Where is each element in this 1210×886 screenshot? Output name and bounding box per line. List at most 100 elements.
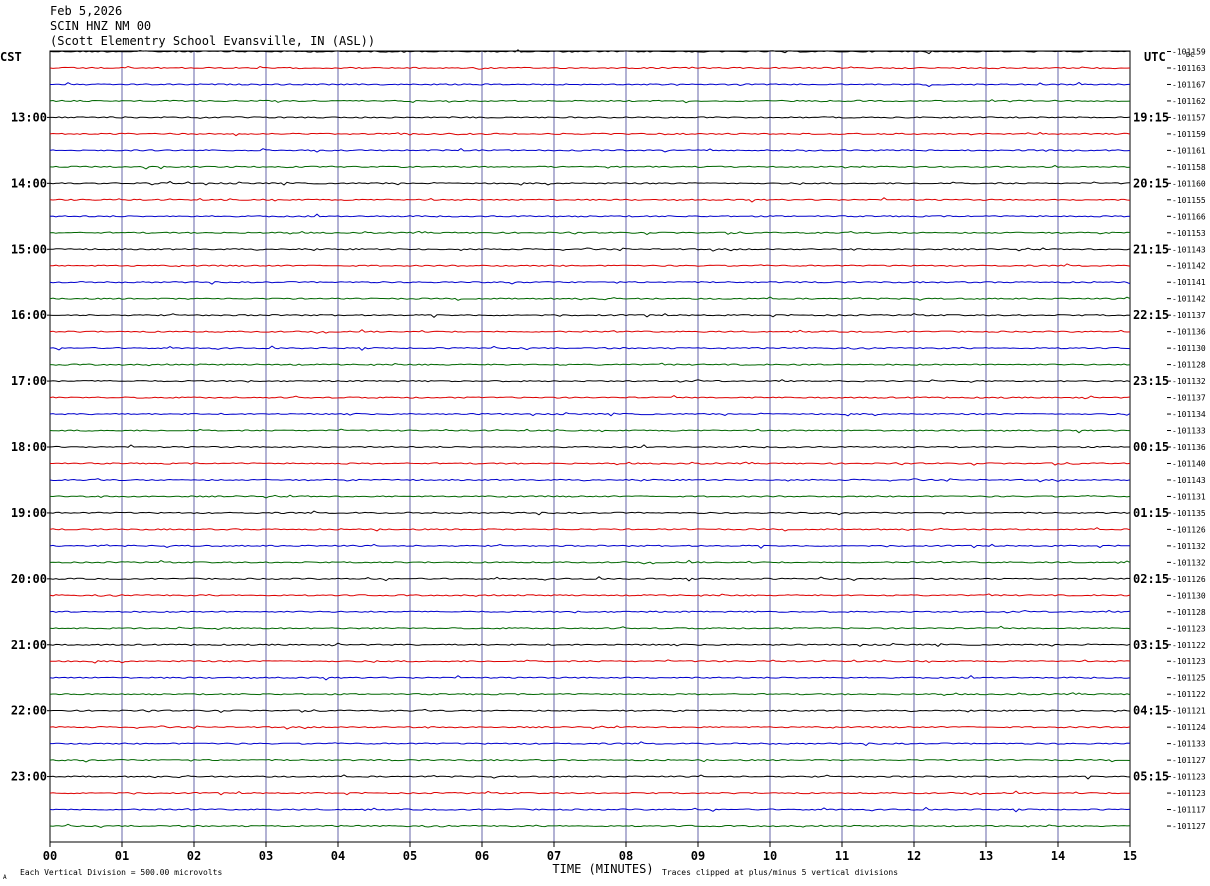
trace-41 (49, 708, 1131, 713)
trace-46 (49, 790, 1131, 796)
x-tick-label: 13 (979, 849, 993, 863)
trace-28 (49, 494, 1131, 499)
trace-45 (49, 774, 1131, 780)
x-tick-label: 02 (187, 849, 201, 863)
trace-9 (49, 180, 1131, 186)
dc-offset-label: -101137 (1172, 394, 1206, 403)
trace-1 (49, 49, 1130, 55)
dc-offset-label: -101159 (1172, 130, 1206, 139)
dc-offset-label: -101122 (1172, 690, 1206, 699)
x-tick-label: 12 (907, 849, 921, 863)
trace-38 (49, 659, 1131, 664)
utc-hour-label: 23:15 (1133, 374, 1169, 388)
dc-offset-label: -101134 (1172, 410, 1206, 419)
dc-offset-label: -101132 (1172, 558, 1206, 567)
dc-offset-label: -101155 (1172, 196, 1206, 205)
dc-offset-label: -101137 (1172, 311, 1206, 320)
dc-offset-label: -101131 (1172, 492, 1206, 501)
cst-hour-label: 22:00 (11, 704, 47, 718)
trace-22 (49, 395, 1131, 400)
x-tick-label: 09 (691, 849, 705, 863)
dc-offset-label: -101136 (1172, 328, 1206, 337)
trace-26 (50, 461, 1131, 466)
dc-offset-label: -101130 (1172, 591, 1206, 600)
trace-11 (49, 213, 1131, 218)
utc-hour-label: 04:15 (1133, 704, 1169, 718)
x-axis-title: TIME (MINUTES) (552, 862, 653, 876)
trace-37 (49, 642, 1131, 648)
trace-42 (49, 725, 1131, 730)
dc-offset-label: -101121 (1172, 707, 1206, 716)
dc-offset-label: -101133 (1172, 427, 1206, 436)
corner-mark: A (3, 874, 7, 881)
trace-30 (49, 527, 1131, 532)
trace-10 (49, 197, 1131, 203)
cst-hour-label: 18:00 (11, 440, 47, 454)
dc-offset-label: -101160 (1172, 179, 1206, 188)
dc-offset-label: -101124 (1172, 723, 1206, 732)
dc-offset-label: -101140 (1172, 459, 1206, 468)
dc-offset-label: -101167 (1172, 80, 1206, 89)
trace-36 (49, 625, 1131, 631)
trace-13 (49, 247, 1131, 252)
trace-18 (49, 329, 1131, 334)
dc-offset-label: -101136 (1172, 443, 1206, 452)
dc-offset-label: -101128 (1172, 361, 1206, 370)
x-tick-label: 08 (619, 849, 633, 863)
x-tick-label: 04 (331, 849, 345, 863)
dc-offset-label: -101126 (1172, 525, 1206, 534)
dc-offset-label: -101128 (1172, 608, 1206, 617)
trace-8 (49, 164, 1131, 170)
dc-column-label: DC (1186, 51, 1194, 59)
trace-39 (49, 674, 1131, 681)
x-tick-label: 11 (835, 849, 849, 863)
trace-27 (49, 478, 1131, 483)
dc-offset-label: -101123 (1172, 657, 1206, 666)
trace-19 (49, 345, 1131, 351)
trace-44 (49, 758, 1131, 763)
helicorder-plot: -101159 -101163 -101167 -101162 -101157 -1011… (0, 48, 1206, 882)
utc-hour-label: 03:15 (1133, 638, 1169, 652)
dc-offset-label: -101166 (1172, 212, 1206, 221)
trace-23 (49, 412, 1131, 417)
trace-48 (49, 823, 1131, 829)
x-tick-label: 10 (763, 849, 777, 863)
utc-hour-label: 05:15 (1133, 770, 1169, 784)
dc-offset-label: -101126 (1172, 575, 1206, 584)
dc-offset-label: -101123 (1172, 789, 1206, 798)
dc-offset-label: -101133 (1172, 740, 1206, 749)
trace-15 (49, 280, 1131, 285)
trace-47 (49, 806, 1131, 813)
dc-offset-label: -101161 (1172, 146, 1206, 155)
utc-hour-label: 20:15 (1133, 176, 1169, 190)
trace-17 (49, 312, 1131, 319)
trace-24 (49, 428, 1131, 434)
cst-hour-label: 15:00 (11, 242, 47, 256)
location-label: (Scott Elementry School Evansville, IN (… (50, 34, 376, 48)
x-tick-label: 07 (547, 849, 561, 863)
utc-hour-label: 22:15 (1133, 308, 1169, 322)
cst-hour-label: 14:00 (11, 176, 47, 190)
trace-43 (50, 741, 1131, 747)
dc-offset-label: -101158 (1172, 163, 1206, 172)
dc-offset-label: -101123 (1172, 624, 1206, 633)
dc-offset-label: -101132 (1172, 542, 1206, 551)
trace-7 (49, 147, 1131, 153)
x-tick-label: 15 (1123, 849, 1137, 863)
vertical-division-note: Each Vertical Division = 500.00 microvol… (20, 868, 222, 877)
utc-hour-label: 19:15 (1133, 110, 1169, 124)
trace-32 (49, 559, 1131, 565)
cst-hour-label: 16:00 (11, 308, 47, 322)
utc-hour-label: 02:15 (1133, 572, 1169, 586)
clip-note: Traces clipped at plus/minus 5 vertical … (662, 868, 898, 877)
utc-hour-label: 21:15 (1133, 242, 1169, 256)
trace-33 (49, 576, 1131, 582)
date-label: Feb 5,2026 (50, 4, 123, 18)
dc-offset-label: -101153 (1172, 229, 1206, 238)
trace-40 (49, 692, 1131, 697)
x-tick-label: 06 (475, 849, 489, 863)
dc-offset-label: -101142 (1172, 262, 1206, 271)
trace-2 (49, 65, 1131, 70)
dc-offset-label: -101141 (1172, 278, 1206, 287)
trace-20 (49, 362, 1131, 367)
